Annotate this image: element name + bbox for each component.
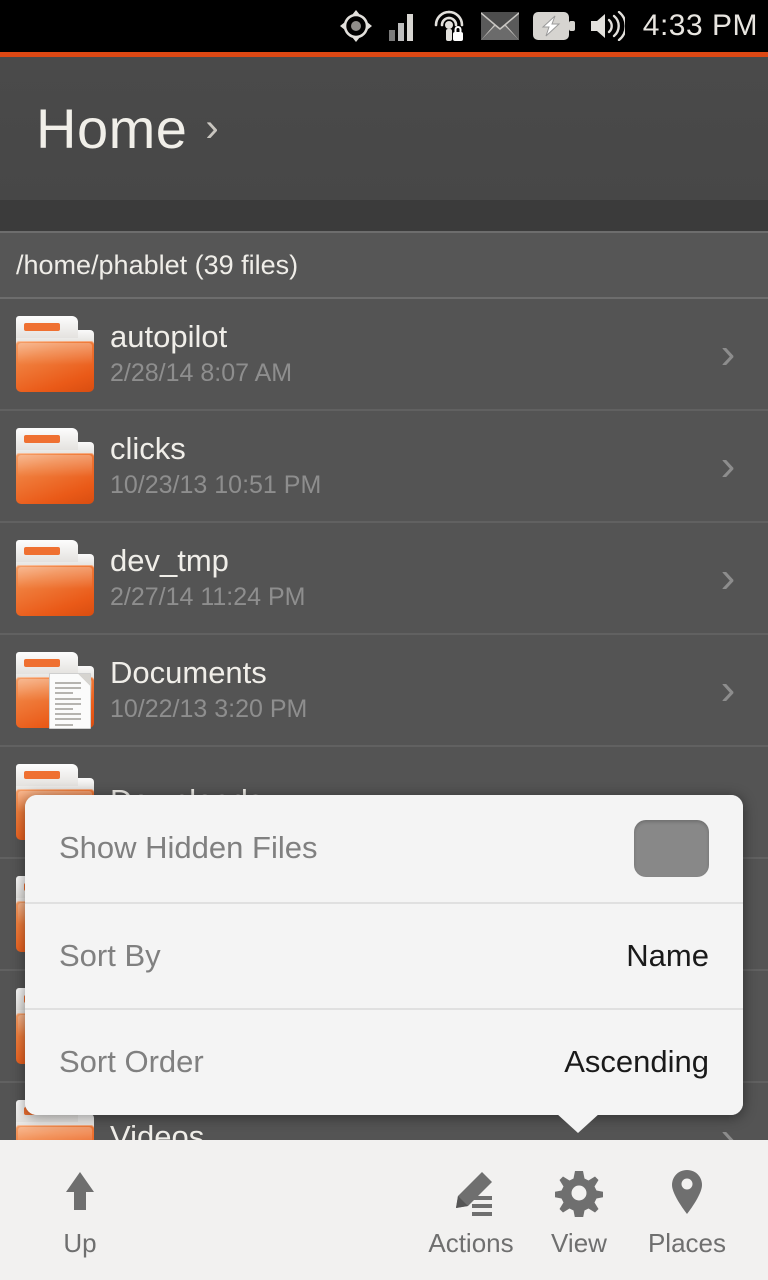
sort-order-label: Sort Order [59,1044,204,1080]
toolbar-item-places[interactable]: Places [632,1162,742,1259]
toolbar-item-up[interactable]: Up [25,1162,135,1259]
page-title: Home [36,96,188,160]
folder-document-icon [0,652,110,729]
file-row-chevron-icon[interactable]: › [688,329,768,379]
file-name: autopilot [110,318,228,354]
volume-icon [589,11,625,41]
pencil-icon [446,1162,496,1224]
arrow-up-icon [60,1162,100,1224]
file-name: clicks [110,430,186,466]
file-row[interactable]: autopilot 2/28/14 8:07 AM › [0,299,768,411]
file-row-text: dev_tmp 2/27/14 11:24 PM [110,543,688,613]
sort-by-label: Sort By [59,937,161,973]
file-date: 2/28/14 8:07 AM [110,358,293,387]
file-row-text: clicks 10/23/13 10:51 PM [110,431,688,501]
folder-icon [0,316,110,392]
toolbar-item-view[interactable]: View [524,1162,634,1259]
toolbar-label-actions: Actions [428,1228,514,1258]
file-row[interactable]: Documents 10/22/13 3:20 PM › [0,635,768,747]
show-hidden-files-label: Show Hidden Files [59,830,318,866]
show-hidden-files-checkbox[interactable] [634,819,709,877]
cellular-signal-icon [387,10,419,42]
file-date: 2/27/14 11:24 PM [110,582,306,611]
status-bar: 4:33 PM [0,0,768,52]
path-bar[interactable]: /home/phablet (39 files) [0,233,768,299]
message-icon [480,12,519,40]
row-sort-by[interactable]: Sort By Name [25,901,743,1009]
file-row-chevron-icon[interactable]: › [688,553,768,603]
file-manager-screen: 4:33 PM Home › /home/phablet (39 files) … [0,0,768,1280]
sort-order-value[interactable]: Ascending [564,1044,709,1080]
header-band [0,200,768,231]
bottom-toolbar: Up Actions View Places [0,1140,768,1280]
toolbar-label-up: Up [63,1228,97,1258]
file-name: Documents [110,654,267,690]
file-row[interactable]: dev_tmp 2/27/14 11:24 PM › [0,523,768,635]
file-row-text: autopilot 2/28/14 8:07 AM [110,319,688,389]
sort-by-value[interactable]: Name [626,938,709,974]
wifi-locked-icon [433,9,467,43]
location-icon [339,9,373,43]
header-chevron-icon[interactable]: › [205,106,218,151]
status-bar-clock: 4:33 PM [642,9,758,42]
file-date: 10/22/13 3:20 PM [110,694,308,723]
toolbar-label-view: View [551,1228,607,1258]
file-row[interactable]: clicks 10/23/13 10:51 PM › [0,411,768,523]
file-name: dev_tmp [110,542,229,578]
toolbar-label-places: Places [647,1228,727,1258]
file-row-chevron-icon[interactable]: › [688,441,768,491]
view-options-dialog[interactable]: Show Hidden Files Sort By Name Sort Orde… [25,795,743,1115]
dialog-pointer-arrow [556,1113,600,1133]
row-sort-order[interactable]: Sort Order Ascending [25,1008,743,1115]
path-bar-label: /home/phablet (39 files) [16,249,299,280]
toolbar-item-actions[interactable]: Actions [416,1162,526,1259]
file-date: 10/23/13 10:51 PM [110,470,322,499]
folder-icon [0,540,110,616]
row-show-hidden-files[interactable]: Show Hidden Files [25,795,743,902]
page-header: Home › [0,57,768,200]
map-pin-icon [670,1162,704,1224]
gear-icon [555,1162,603,1224]
file-row-chevron-icon[interactable]: › [688,665,768,715]
file-row-text: Documents 10/22/13 3:20 PM [110,655,688,725]
battery-charging-icon [532,12,575,40]
folder-icon [0,428,110,504]
